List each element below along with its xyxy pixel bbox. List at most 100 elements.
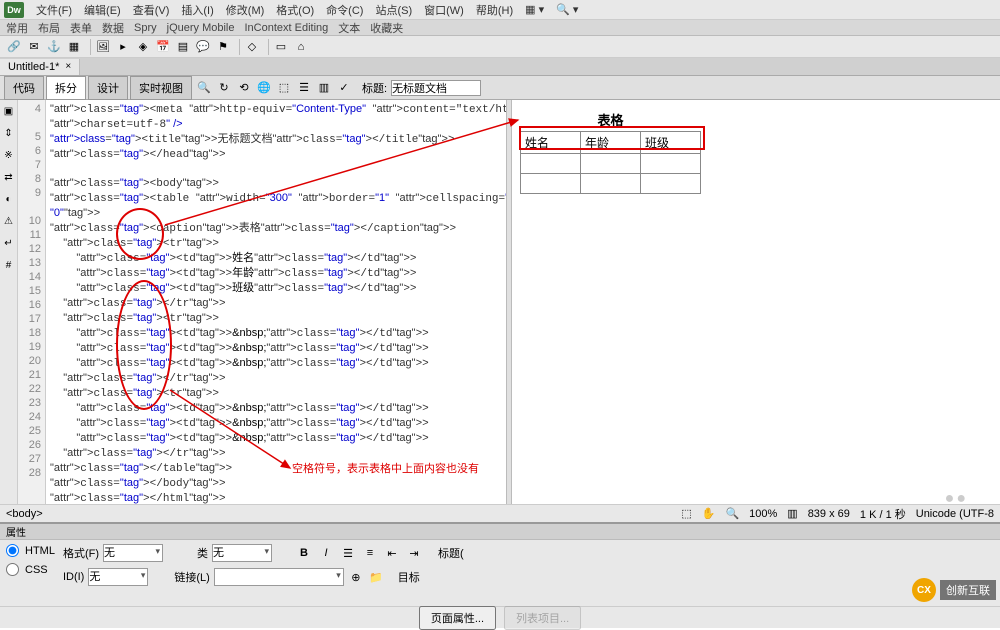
lt-open-icon[interactable]: ▣: [2, 104, 16, 118]
props-html-radio[interactable]: [6, 544, 19, 557]
tag-selector[interactable]: <body>: [6, 508, 43, 520]
view-refresh-icon[interactable]: ↻: [216, 80, 232, 96]
menu-window[interactable]: 窗口(W): [424, 2, 464, 18]
preview-area[interactable]: 表格 姓名 年龄 班级: [512, 100, 1000, 504]
tb-head-icon[interactable]: ⚑: [215, 39, 231, 55]
lt-select-icon[interactable]: ※: [2, 148, 16, 162]
props-title-label: 标题(: [438, 545, 464, 561]
view-globe-icon[interactable]: 🌐: [256, 80, 272, 96]
menu-modify[interactable]: 修改(M): [226, 2, 265, 18]
menu-commands[interactable]: 命令(C): [326, 2, 363, 18]
view-ruler-icon[interactable]: ▥: [316, 80, 332, 96]
cat-text[interactable]: 文本: [338, 20, 360, 36]
tb-email-icon[interactable]: ✉: [26, 39, 42, 55]
icon-toolbar: 🔗 ✉ ⚓ ▦ 🖼 ▸ ◈ 📅 ▤ 💬 ⚑ ◇ ▭ ⌂: [0, 36, 1000, 58]
preview-table[interactable]: 表格 姓名 年龄 班级: [520, 108, 701, 194]
cat-common[interactable]: 常用: [6, 20, 28, 36]
doc-tab[interactable]: Untitled-1* ×: [0, 59, 80, 75]
cat-data[interactable]: 数据: [102, 20, 124, 36]
view-split[interactable]: 拆分: [46, 76, 86, 100]
props-target-label: 目标: [398, 569, 420, 585]
view-options-icon[interactable]: ☰: [296, 80, 312, 96]
preview-header-highlight: [519, 126, 705, 150]
view-validate-icon[interactable]: ⬚: [276, 80, 292, 96]
props-format-select[interactable]: 无: [103, 544, 163, 562]
props-css-radio[interactable]: [6, 563, 19, 576]
status-pointer-icon[interactable]: ⬚: [681, 507, 691, 520]
lt-numbers-icon[interactable]: #: [2, 258, 16, 272]
lt-collapse-icon[interactable]: ⇕: [2, 126, 16, 140]
tb-table-icon[interactable]: ▦: [66, 39, 82, 55]
view-live[interactable]: 实时视图: [130, 76, 192, 100]
tb-image-icon[interactable]: 🖼: [95, 39, 111, 55]
indent-icon[interactable]: ⇥: [406, 545, 422, 561]
props-id-select[interactable]: 无: [88, 568, 148, 586]
status-view-icon[interactable]: ▥: [787, 507, 797, 520]
lt-balance-icon[interactable]: ⇄: [2, 170, 16, 184]
menu-file[interactable]: 文件(F): [36, 2, 72, 18]
tb-server-icon[interactable]: ▤: [175, 39, 191, 55]
tb-link-icon[interactable]: 🔗: [6, 39, 22, 55]
status-size: 1 K / 1 秒: [860, 506, 906, 522]
italic-icon[interactable]: I: [318, 545, 334, 561]
tb-comment-icon[interactable]: 💬: [195, 39, 211, 55]
tb-script-icon[interactable]: ◇: [244, 39, 260, 55]
view-nav-icon[interactable]: ⟲: [236, 80, 252, 96]
lt-error-icon[interactable]: ⚠: [2, 214, 16, 228]
ol-icon[interactable]: ≡: [362, 545, 378, 561]
cat-forms[interactable]: 表单: [70, 20, 92, 36]
menu-format[interactable]: 格式(O): [276, 2, 314, 18]
title-input[interactable]: [391, 80, 481, 96]
menu-search-dd[interactable]: 🔍 ▾: [556, 3, 578, 16]
status-zoom[interactable]: 100%: [749, 508, 777, 520]
cat-favs[interactable]: 收藏夹: [370, 20, 403, 36]
props-link-label: 链接(L): [174, 569, 209, 585]
cat-spry[interactable]: Spry: [134, 22, 157, 34]
view-guides-icon[interactable]: ✓: [336, 80, 352, 96]
title-label: 标题:: [362, 80, 387, 96]
view-inspect-icon[interactable]: 🔍: [196, 80, 212, 96]
doc-tab-close-icon[interactable]: ×: [65, 61, 71, 72]
lt-highlight-icon[interactable]: ◐: [2, 192, 16, 206]
link-folder-icon[interactable]: 📁: [368, 569, 384, 585]
props-css-label: CSS: [25, 564, 48, 576]
tb-template-icon[interactable]: ▭: [273, 39, 289, 55]
tb-media-icon[interactable]: ▸: [115, 39, 131, 55]
menu-help[interactable]: 帮助(H): [476, 2, 513, 18]
table-row[interactable]: [521, 174, 701, 194]
view-design[interactable]: 设计: [88, 76, 128, 100]
menu-edit[interactable]: 编辑(E): [84, 2, 121, 18]
status-hand-icon[interactable]: ✋: [702, 507, 716, 520]
table-row[interactable]: [521, 154, 701, 174]
menu-layout-dd[interactable]: ▦ ▾: [525, 3, 544, 16]
bold-icon[interactable]: B: [296, 545, 312, 561]
status-bar: <body> ⬚ ✋ 🔍 100% ▥ 839 x 69 1 K / 1 秒 U…: [0, 504, 1000, 522]
status-zoom-icon[interactable]: 🔍: [725, 507, 739, 520]
tb-tag-icon[interactable]: ⌂: [293, 39, 309, 55]
tb-anchor-icon[interactable]: ⚓: [46, 39, 62, 55]
link-browse-icon[interactable]: ⊕: [348, 569, 364, 585]
code-editor[interactable]: "attr">class="tag"><meta "attr">http-equ…: [46, 100, 506, 504]
view-code[interactable]: 代码: [4, 76, 44, 100]
cat-jqm[interactable]: jQuery Mobile: [167, 22, 235, 34]
tb-date-icon[interactable]: 📅: [155, 39, 171, 55]
menu-insert[interactable]: 插入(I): [181, 2, 213, 18]
doc-tab-title: Untitled-1*: [8, 61, 59, 73]
menu-site[interactable]: 站点(S): [375, 2, 412, 18]
props-link-select[interactable]: [214, 568, 344, 586]
properties-header[interactable]: 属性: [0, 524, 1000, 540]
category-strip: 常用 布局 表单 数据 Spry jQuery Mobile InContext…: [0, 20, 1000, 36]
ul-icon[interactable]: ☰: [340, 545, 356, 561]
separator: [268, 39, 269, 55]
status-dimensions: 839 x 69: [808, 508, 850, 520]
lt-wrap-icon[interactable]: ↵: [2, 236, 16, 250]
outdent-icon[interactable]: ⇤: [384, 545, 400, 561]
page-properties-button[interactable]: 页面属性...: [419, 606, 496, 630]
props-id-label: ID(I): [63, 571, 84, 583]
cat-layout[interactable]: 布局: [38, 20, 60, 36]
separator: [239, 39, 240, 55]
tb-widget-icon[interactable]: ◈: [135, 39, 151, 55]
props-class-select[interactable]: 无: [212, 544, 272, 562]
menu-view[interactable]: 查看(V): [133, 2, 170, 18]
cat-ice[interactable]: InContext Editing: [244, 22, 328, 34]
